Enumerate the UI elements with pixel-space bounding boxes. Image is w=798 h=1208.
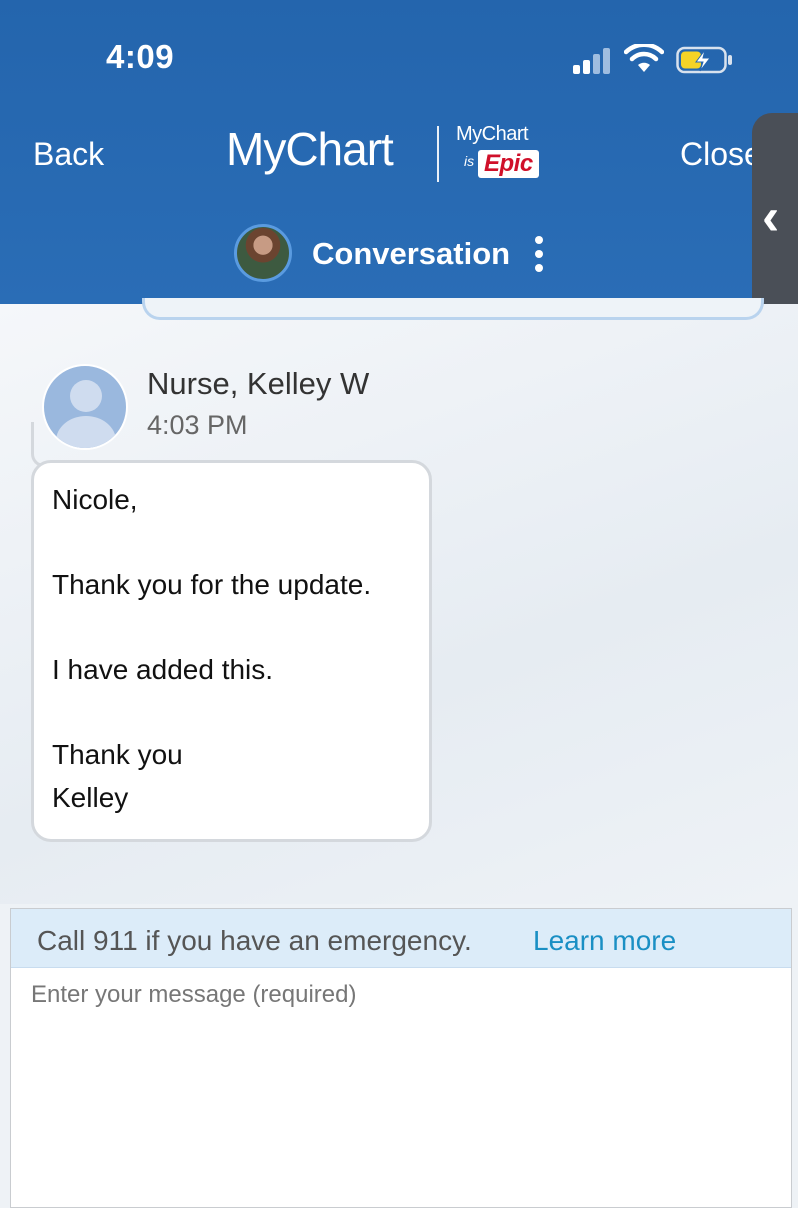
chevron-left-icon: ‹ xyxy=(762,188,780,246)
conversation-thread: Nurse, Kelley W 4:03 PM Nicole, Thank yo… xyxy=(0,298,798,904)
message-line: Kelley xyxy=(52,782,129,813)
user-avatar-icon xyxy=(42,364,128,450)
signal-icon xyxy=(573,48,610,74)
logo-divider xyxy=(437,126,439,182)
mychart-logo: MyChart xyxy=(226,123,394,175)
compose-panel: Call 911 if you have an emergency. Learn… xyxy=(10,908,792,1208)
status-time: 4:09 xyxy=(106,38,175,75)
emergency-text: Call 911 if you have an emergency. xyxy=(37,925,472,956)
battery-charging-icon xyxy=(676,46,732,74)
logo-is-text: is xyxy=(464,153,475,169)
page-title: Conversation xyxy=(312,236,511,271)
patient-avatar[interactable] xyxy=(234,224,292,282)
message-line: Nicole, xyxy=(52,484,138,515)
close-button[interactable]: Close xyxy=(680,136,758,173)
bubble-tail xyxy=(31,422,44,467)
message-timestamp: 4:03 PM xyxy=(147,410,248,440)
message-line: Thank you xyxy=(52,739,183,770)
back-button[interactable]: Back xyxy=(33,136,104,173)
app-header: 4:09 Back MyChart MyChart is Epic Close … xyxy=(0,0,798,304)
sender-name: Nurse, Kelley W xyxy=(147,366,370,401)
side-panel-handle[interactable]: ‹ xyxy=(752,113,798,321)
emergency-banner: Call 911 if you have an emergency. Learn… xyxy=(11,909,791,968)
mychart-small-logo: MyChart xyxy=(456,123,529,145)
message-line: I have added this. xyxy=(52,654,274,685)
kebab-menu-icon[interactable] xyxy=(534,236,544,274)
wifi-icon xyxy=(624,44,664,72)
previous-message-bubble xyxy=(142,298,764,320)
learn-more-link[interactable]: Learn more xyxy=(533,925,676,957)
epic-logo: Epic xyxy=(478,150,539,178)
message-input[interactable] xyxy=(31,981,771,1181)
message-line: Thank you for the update. xyxy=(52,569,372,600)
